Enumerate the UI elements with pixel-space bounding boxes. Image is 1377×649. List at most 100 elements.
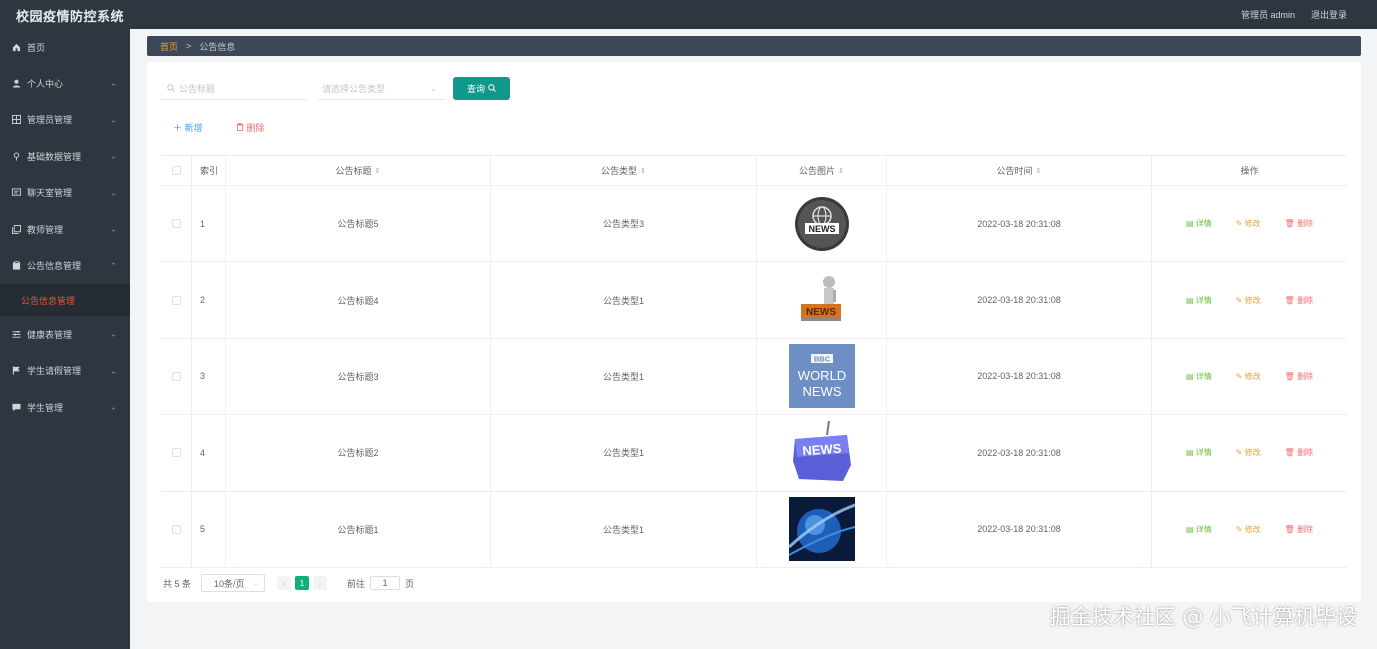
delete-button[interactable]: 🗑 删除 — [1285, 295, 1313, 306]
sidebar-item-label: 个人中心 — [27, 78, 64, 89]
sidebar-item-label: 健康表管理 — [27, 329, 73, 340]
header-title[interactable]: 公告标题 ⇕ — [226, 156, 491, 185]
delete-button[interactable]: 🗑 删除 — [1285, 524, 1313, 535]
sidebar-item-personal-center[interactable]: 个人中心 ⌄ — [0, 65, 130, 102]
row-checkbox[interactable] — [171, 219, 181, 229]
batch-delete-label: 删除 — [246, 123, 265, 133]
sort-icon[interactable]: ⇕ — [1036, 167, 1042, 175]
sidebar-item-label: 管理员管理 — [27, 115, 73, 126]
table-row: 1 公告标题5 公告类型3 NEWS 2022-03-18 20:31:08 ▤… — [161, 186, 1347, 263]
document-icon: ▤ — [1185, 219, 1194, 229]
sort-icon[interactable]: ⇕ — [375, 167, 381, 175]
row-checkbox[interactable] — [171, 295, 181, 305]
sort-icon[interactable]: ⇕ — [838, 167, 844, 175]
row-time: 2022-03-18 20:31:08 — [887, 338, 1152, 415]
sidebar-item-admin-management[interactable]: 管理员管理 ⌄ — [0, 102, 130, 139]
detail-button[interactable]: ▤ 详情 — [1186, 218, 1212, 229]
header-index-label: 索引 — [200, 166, 219, 176]
add-button[interactable]: ＋ 新增 — [173, 121, 203, 134]
delete-button[interactable]: 🗑 删除 — [1285, 218, 1313, 229]
edit-button[interactable]: ✎ 修改 — [1236, 295, 1261, 306]
row-time: 2022-03-18 20:31:08 — [887, 186, 1152, 262]
prev-page-button[interactable]: ‹ — [277, 576, 292, 590]
detail-button[interactable]: ▤ 详情 — [1186, 371, 1212, 382]
row-image-cell: BBC WORLD NEWS — [757, 338, 887, 415]
trash-icon: 🗑 — [1284, 371, 1295, 381]
sort-icon[interactable]: ⇕ — [640, 167, 646, 175]
trash-icon — [236, 123, 247, 133]
sidebar-item-student-leave[interactable]: 学生请假管理 ⌄ — [0, 353, 130, 390]
select-all-checkbox[interactable] — [171, 166, 181, 175]
table-header-row: 索引 公告标题 ⇕ 公告类型 ⇕ 公告图片 ⇕ 公告时间 ⇕ 操作 — [161, 156, 1347, 186]
message-icon — [11, 402, 21, 412]
title-search-placeholder: 公告标题 — [179, 84, 216, 94]
delete-button[interactable]: 🗑 删除 — [1285, 371, 1313, 382]
news-key-image[interactable]: NEWS — [788, 420, 855, 485]
news-globe-image[interactable]: NEWS — [789, 192, 855, 256]
goto-page-input[interactable]: 1 — [370, 576, 401, 590]
sidebar-item-teacher[interactable]: 教师管理 ⌄ — [0, 211, 130, 248]
logout-button[interactable]: 退出登录 — [1311, 8, 1347, 21]
detail-button[interactable]: ▤ 详情 — [1186, 447, 1212, 458]
edit-icon: ✎ — [1235, 219, 1243, 229]
edit-button[interactable]: ✎ 修改 — [1236, 524, 1261, 535]
edit-label: 修改 — [1244, 371, 1261, 381]
delete-button[interactable]: 🗑 删除 — [1285, 447, 1313, 458]
bbc-world-news-image[interactable]: BBC WORLD NEWS — [788, 344, 855, 409]
document-icon: ▤ — [1185, 371, 1194, 381]
sidebar-item-label: 学生管理 — [27, 402, 64, 413]
header-type[interactable]: 公告类型 ⇕ — [491, 156, 757, 185]
row-type: 公告类型3 — [491, 186, 757, 262]
detail-button[interactable]: ▤ 详情 — [1186, 295, 1212, 306]
announcement-table: 索引 公告标题 ⇕ 公告类型 ⇕ 公告图片 ⇕ 公告时间 ⇕ 操作 1 公告标题5 公告… — [161, 155, 1347, 568]
edit-icon: ✎ — [1235, 371, 1243, 381]
breadcrumb-home[interactable]: 首页 — [160, 40, 178, 53]
trash-icon: 🗑 — [1284, 524, 1295, 534]
edit-button[interactable]: ✎ 修改 — [1236, 371, 1261, 382]
chevron-down-icon: ⌄ — [253, 580, 260, 587]
sidebar-item-home[interactable]: 首页 — [0, 29, 130, 65]
query-button[interactable]: 查询 — [453, 77, 510, 100]
sidebar-item-student[interactable]: 学生管理 ⌄ — [0, 389, 130, 426]
row-checkbox[interactable] — [171, 448, 181, 458]
sidebar-item-health-form[interactable]: 健康表管理 ⌄ — [0, 316, 130, 353]
type-select[interactable]: 请选择公告类型 ⌄ — [318, 78, 445, 100]
next-page-button[interactable]: › — [313, 576, 328, 590]
sidebar-item-basic-data[interactable]: 基础数据管理 ⌄ — [0, 138, 130, 175]
page-size-select[interactable]: 10条/页 ⌄ — [201, 574, 266, 592]
edit-button[interactable]: ✎ 修改 — [1236, 218, 1261, 229]
table-row: 2 公告标题4 公告类型1 NEWS 2022-03-18 20:31:08 ▤… — [161, 262, 1347, 339]
row-checkbox-cell — [161, 491, 192, 567]
header-time-label: 公告时间 — [996, 166, 1033, 176]
sidebar-item-chatroom[interactable]: 聊天室管理 ⌄ — [0, 175, 130, 212]
current-page-button[interactable]: 1 — [295, 576, 310, 590]
sidebar-item-label: 学生请假管理 — [27, 366, 82, 377]
watermark: 掘金技术社区 @ 小飞计算机毕设 — [1049, 605, 1357, 629]
sidebar-item-announcement[interactable]: 公告信息管理 ⌃ — [0, 248, 130, 285]
row-actions: ▤ 详情 ✎ 修改 🗑 删除 — [1152, 492, 1347, 567]
row-checkbox-cell — [161, 186, 192, 262]
news-image-text: NEWS — [806, 307, 836, 318]
admin-user-label[interactable]: 管理员 admin — [1241, 8, 1295, 21]
batch-delete-button[interactable]: 删除 — [236, 121, 265, 134]
header-image[interactable]: 公告图片 ⇕ — [757, 156, 887, 185]
chevron-up-icon: ⌃ — [110, 261, 117, 271]
header-time[interactable]: 公告时间 ⇕ — [887, 156, 1152, 185]
chat-icon — [11, 188, 21, 198]
news-3d-man-image[interactable]: NEWS — [788, 268, 855, 333]
page-size-value: 10条/页 — [214, 578, 245, 589]
edit-button[interactable]: ✎ 修改 — [1236, 447, 1261, 458]
row-checkbox[interactable] — [171, 524, 181, 534]
row-checkbox[interactable] — [171, 371, 181, 381]
row-index: 3 — [192, 338, 226, 415]
table-row: 4 公告标题2 公告类型1 NEWS 2022-03-18 20:31:08 ▤ — [161, 415, 1347, 492]
sidebar-subitem-announcement-management[interactable]: 公告信息管理 — [0, 284, 130, 316]
row-type: 公告类型1 — [491, 262, 757, 338]
detail-button[interactable]: ▤ 详情 — [1186, 524, 1212, 535]
chevron-down-icon: ⌄ — [430, 84, 437, 93]
row-title: 公告标题4 — [226, 262, 491, 338]
type-select-placeholder: 请选择公告类型 — [322, 84, 386, 94]
news-blue-globe-image[interactable] — [788, 497, 855, 562]
sliders-icon — [11, 329, 21, 339]
title-search-input[interactable]: 公告标题 — [161, 78, 307, 100]
